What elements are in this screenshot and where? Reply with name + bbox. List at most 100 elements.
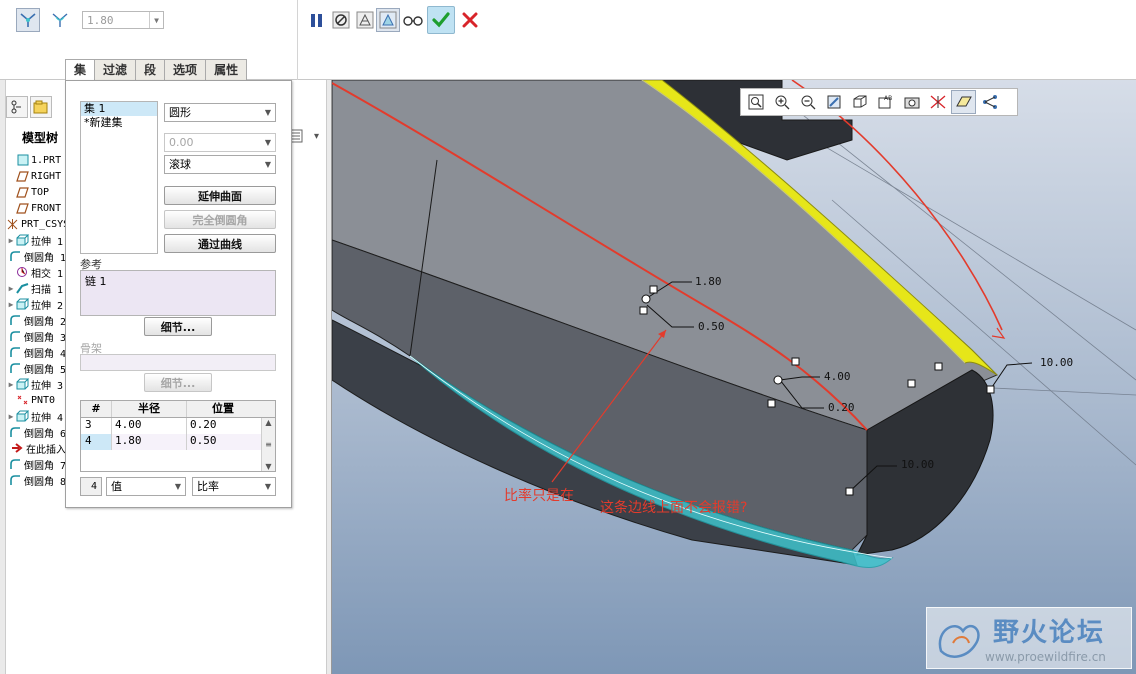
datum-points-icon[interactable] bbox=[977, 90, 1002, 114]
tree-item-label: RIGHT bbox=[31, 170, 62, 182]
expand-arrow-icon[interactable]: ▶ bbox=[6, 380, 16, 389]
method-select-value: 滚球 bbox=[169, 158, 191, 171]
tree-item[interactable]: ▶ 拉伸 3 bbox=[6, 376, 66, 392]
expand-arrow-icon[interactable]: ▶ bbox=[6, 412, 16, 421]
tree-item[interactable]: 倒圆角 3 bbox=[6, 328, 66, 344]
skeleton-collector bbox=[80, 354, 276, 371]
footer-row-number: 4 bbox=[80, 477, 102, 496]
distance-select: 0.00 ▼ bbox=[164, 133, 276, 152]
ok-check-icon[interactable] bbox=[427, 6, 455, 34]
tab-pieces[interactable]: 段 bbox=[135, 59, 166, 80]
repaint-icon[interactable] bbox=[821, 90, 846, 114]
value-type-select[interactable]: 值 ▼ bbox=[106, 477, 186, 496]
shape-select[interactable]: 圆形 ▼ bbox=[164, 103, 276, 122]
dim-radius-1[interactable]: 1.80 bbox=[695, 275, 722, 288]
expand-arrow-icon[interactable]: ▶ bbox=[6, 236, 16, 245]
static-preview-icon[interactable] bbox=[353, 8, 377, 32]
zoom-in-icon[interactable] bbox=[769, 90, 794, 114]
tree-item-label: TOP bbox=[31, 186, 50, 198]
tree-item[interactable]: 倒圆角 2 bbox=[6, 312, 66, 328]
navigator-sash[interactable] bbox=[326, 80, 331, 674]
radius-table-scrollbar[interactable]: ▲ ≡ ▼ bbox=[261, 418, 275, 471]
table-row[interactable]: 3 4.00 0.20 bbox=[81, 418, 275, 434]
datum-plane-icon bbox=[16, 202, 29, 214]
position-type-select[interactable]: 比率 ▼ bbox=[192, 477, 276, 496]
datum-display-icon[interactable] bbox=[925, 90, 950, 114]
no-preview-icon[interactable] bbox=[329, 8, 353, 32]
tree-item[interactable]: ▶ 拉伸 2 bbox=[6, 296, 66, 312]
references-collector[interactable]: 链 1 bbox=[80, 270, 276, 316]
display-style-icon[interactable] bbox=[847, 90, 872, 114]
tree-item[interactable]: 倒圆角 8 bbox=[6, 472, 66, 488]
graphics-window[interactable]: 1.80 0.50 4.00 0.20 10.00 10.00 比率只是在 这条… bbox=[332, 80, 1136, 674]
list-item-set-1[interactable]: 集 1 bbox=[81, 102, 157, 116]
tree-item[interactable]: ▶ 拉伸 1 bbox=[6, 232, 66, 248]
tree-item[interactable]: PRT_CSYS_DEF bbox=[6, 216, 66, 232]
dim-position-1[interactable]: 0.50 bbox=[698, 320, 725, 333]
round-icon bbox=[9, 458, 22, 470]
conic-round-icon[interactable] bbox=[48, 8, 72, 32]
dim-radius-end[interactable]: 10.00 bbox=[1040, 356, 1073, 369]
row-radius[interactable]: 4.00 bbox=[112, 418, 187, 434]
chevron-down-icon[interactable]: ▼ bbox=[265, 462, 271, 471]
tree-item[interactable]: TOP bbox=[6, 184, 66, 200]
tree-item[interactable]: 在此插入 bbox=[6, 440, 66, 456]
datum-planes-icon[interactable] bbox=[951, 90, 976, 114]
tree-item[interactable]: ▶ 拉伸 4 bbox=[6, 408, 66, 424]
cancel-x-icon[interactable] bbox=[458, 8, 482, 32]
list-item-new-set[interactable]: *新建集 bbox=[81, 116, 157, 130]
verify-glasses-icon[interactable] bbox=[401, 8, 425, 32]
datum-plane-icon bbox=[16, 186, 29, 198]
row-position[interactable]: 0.20 bbox=[187, 418, 259, 434]
pause-icon[interactable] bbox=[304, 8, 328, 32]
through-curve-button[interactable]: 通过曲线 bbox=[164, 234, 276, 253]
tab-options[interactable]: 选项 bbox=[164, 59, 207, 80]
tab-properties[interactable]: 属性 bbox=[205, 59, 248, 80]
scroll-thumb-icon[interactable]: ≡ bbox=[265, 440, 272, 449]
tree-item-label: 相交 1 bbox=[31, 268, 64, 280]
zoom-out-icon[interactable] bbox=[795, 90, 820, 114]
table-row[interactable]: 4 1.80 0.50 bbox=[81, 434, 275, 450]
expand-arrow-icon[interactable]: ▶ bbox=[6, 284, 16, 293]
references-details-button[interactable]: 细节... bbox=[144, 317, 212, 336]
expand-arrow-icon[interactable]: ▶ bbox=[6, 300, 16, 309]
tree-item[interactable]: 相交 1 bbox=[6, 264, 66, 280]
chevron-up-icon[interactable]: ▲ bbox=[265, 418, 271, 427]
tree-item[interactable]: 倒圆角 6 bbox=[6, 424, 66, 440]
method-select[interactable]: 滚球 ▼ bbox=[164, 155, 276, 174]
variable-radius-round-icon[interactable] bbox=[16, 8, 40, 32]
tree-item[interactable]: 倒圆角 7 bbox=[6, 456, 66, 472]
model-graphics[interactable] bbox=[332, 80, 1136, 674]
round-icon bbox=[9, 346, 22, 358]
radius-value-combo[interactable]: 1.80 ▼ bbox=[82, 11, 164, 29]
tree-item[interactable]: 倒圆角 5 bbox=[6, 360, 66, 376]
tree-item[interactable]: 倒圆角 4 bbox=[6, 344, 66, 360]
folder-browser-tab-icon[interactable] bbox=[30, 96, 52, 118]
round-icon bbox=[9, 250, 22, 262]
tree-item-label: 拉伸 4 bbox=[31, 412, 64, 424]
tab-sets[interactable]: 集 bbox=[65, 59, 96, 81]
tree-item[interactable]: PNT0 bbox=[6, 392, 66, 408]
row-position[interactable]: 0.50 bbox=[187, 434, 259, 450]
dim-radius-2[interactable]: 4.00 bbox=[824, 370, 851, 383]
tab-transitions[interactable]: 过滤 bbox=[94, 59, 137, 80]
model-tree-tab-icon[interactable] bbox=[6, 96, 28, 118]
dynamic-preview-icon[interactable] bbox=[376, 8, 400, 32]
tree-item[interactable]: FRONT bbox=[6, 200, 66, 216]
row-radius[interactable]: 1.80 bbox=[112, 434, 187, 450]
layers-icon[interactable] bbox=[899, 90, 924, 114]
tree-item[interactable]: 1.PRT bbox=[6, 152, 66, 168]
sets-panel: 集 1 *新建集 圆形 ▼ 0.00 ▼ 滚球 ▼ 延伸曲面 完全倒圆角 通过曲… bbox=[65, 80, 292, 508]
saved-views-icon[interactable]: AB bbox=[873, 90, 898, 114]
extend-surfaces-button[interactable]: 延伸曲面 bbox=[164, 186, 276, 205]
tree-item[interactable]: ▶ 扫描 1 bbox=[6, 280, 66, 296]
tree-item[interactable]: RIGHT bbox=[6, 168, 66, 184]
dim-position-2[interactable]: 0.20 bbox=[828, 401, 855, 414]
forum-logo-icon bbox=[938, 624, 980, 658]
radius-table-footer: 4 值 ▼ 比率 ▼ bbox=[80, 477, 276, 496]
dim-radius-start[interactable]: 10.00 bbox=[901, 458, 934, 471]
tree-item-label: PNT0 bbox=[31, 394, 56, 406]
refit-icon[interactable] bbox=[743, 90, 768, 114]
reference-chain-item[interactable]: 链 1 bbox=[85, 275, 107, 288]
tree-item[interactable]: 倒圆角 1 bbox=[6, 248, 66, 264]
